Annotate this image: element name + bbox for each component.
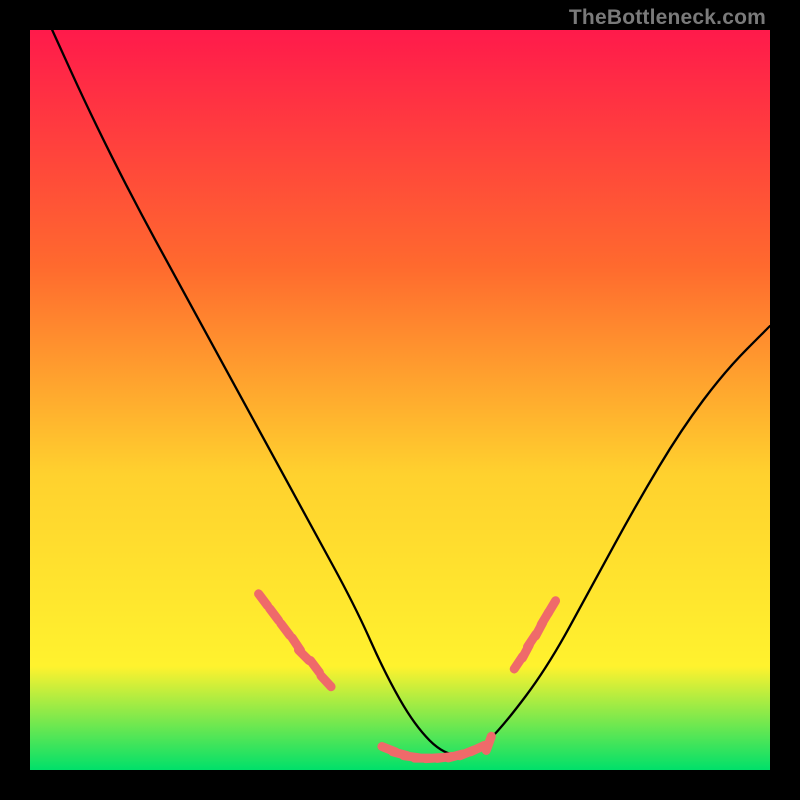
gradient-background: [30, 30, 770, 770]
chart-frame: [30, 30, 770, 770]
bottleneck-chart: [30, 30, 770, 770]
watermark-text: TheBottleneck.com: [569, 6, 766, 30]
highlight-point: [486, 736, 491, 750]
